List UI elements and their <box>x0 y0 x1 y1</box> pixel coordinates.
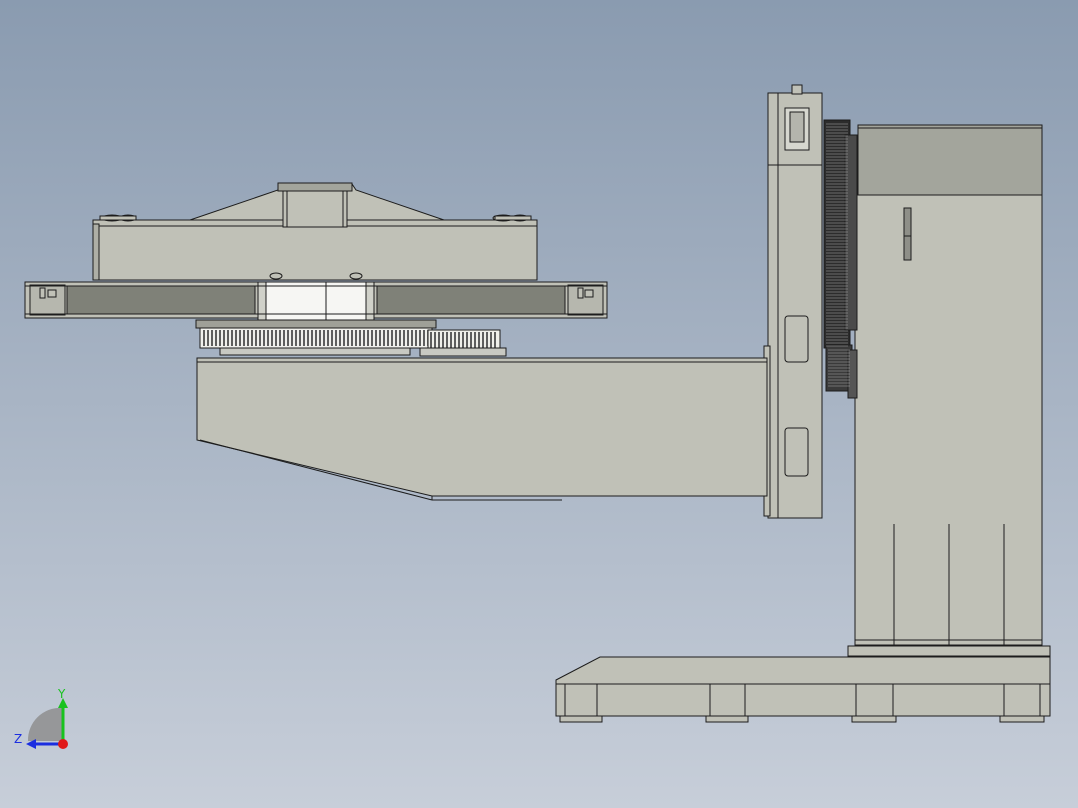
vertical-carriage[interactable] <box>763 84 823 519</box>
slewing-gear-ring <box>195 319 507 357</box>
origin-point <box>58 739 68 749</box>
y-axis-label: Y <box>57 687 66 701</box>
z-axis-label: Z <box>14 732 22 746</box>
horizontal-arm[interactable] <box>196 357 768 501</box>
rotary-table[interactable] <box>24 281 608 321</box>
triad-quarter-disc <box>27 707 63 741</box>
base-frame[interactable] <box>555 645 1051 723</box>
cad-model-view[interactable] <box>0 0 1078 808</box>
axis-triad[interactable]: Y Z <box>10 686 80 756</box>
drive-gear-rack <box>823 119 858 399</box>
upper-fixture[interactable] <box>92 182 538 281</box>
upright-column[interactable] <box>854 124 1043 646</box>
cad-viewport[interactable]: Y Z <box>0 0 1078 808</box>
